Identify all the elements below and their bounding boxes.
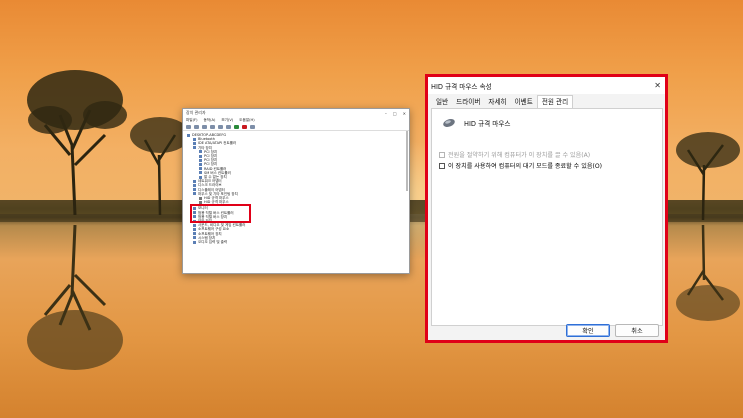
mouse-icon bbox=[443, 119, 455, 127]
back-icon[interactable] bbox=[186, 124, 191, 129]
allow-power-off-label: 전원을 절약하기 위해 컴퓨터가 이 장치를 끌 수 있음(A) bbox=[448, 152, 591, 159]
maximize-icon[interactable]: □ bbox=[393, 111, 397, 116]
tab-events[interactable]: 이벤트 bbox=[511, 96, 537, 108]
device-tree: DESKTOP-ABCDEFG Bluetooth IDE ATA/ATAPI … bbox=[183, 131, 409, 246]
help-icon[interactable] bbox=[210, 124, 215, 129]
allow-wake-label: 이 장치를 사용하여 컴퓨터의 대기 모드를 종료할 수 있음(O) bbox=[448, 163, 602, 170]
dialog-buttons: 확인 취소 bbox=[566, 324, 659, 337]
device-manager-toolbar bbox=[183, 123, 409, 131]
forward-icon[interactable] bbox=[194, 124, 199, 129]
tree-node[interactable]: 오디오 입력 및 출력 bbox=[187, 240, 405, 244]
device-manager-window[interactable]: 장치 관리자 – □ ✕ 파일(F) 동작(A) 보기(V) 도움말(H) DE… bbox=[182, 108, 410, 274]
scan-icon[interactable] bbox=[218, 124, 223, 129]
menu-action[interactable]: 동작(A) bbox=[203, 118, 215, 123]
tab-driver[interactable]: 드라이버 bbox=[452, 96, 484, 108]
close-icon[interactable]: ✕ bbox=[654, 81, 661, 90]
tree-reflection-left bbox=[27, 225, 123, 370]
cancel-button[interactable]: 취소 bbox=[615, 324, 659, 337]
close-icon[interactable]: ✕ bbox=[403, 111, 406, 116]
scrollbar[interactable] bbox=[406, 131, 408, 191]
tab-general[interactable]: 일반 bbox=[432, 96, 452, 108]
enable-icon[interactable] bbox=[234, 124, 239, 129]
update-icon[interactable] bbox=[250, 124, 255, 129]
allow-wake-checkbox[interactable] bbox=[439, 162, 445, 169]
highlight-box-mouse-devices bbox=[190, 204, 251, 223]
allow-wake-option[interactable]: 이 장치를 사용하여 컴퓨터의 대기 모드를 종료할 수 있음(O) bbox=[439, 161, 602, 170]
ok-button[interactable]: 확인 bbox=[566, 324, 610, 337]
allow-power-off-option: 전원을 절약하기 위해 컴퓨터가 이 장치를 끌 수 있음(A) bbox=[439, 150, 590, 159]
menu-help[interactable]: 도움말(H) bbox=[239, 118, 254, 123]
power-management-panel: HID 규격 마우스 전원을 절약하기 위해 컴퓨터가 이 장치를 끌 수 있음… bbox=[431, 108, 663, 326]
properties-icon[interactable] bbox=[202, 124, 207, 129]
uninstall-icon[interactable] bbox=[242, 124, 247, 129]
menu-view[interactable]: 보기(V) bbox=[221, 118, 233, 123]
tree-silhouette-left bbox=[27, 70, 127, 215]
dialog-titlebar[interactable]: HID 규격 마우스 속성 ✕ bbox=[428, 77, 665, 94]
tree-reflection-right bbox=[676, 225, 740, 321]
allow-power-off-checkbox bbox=[439, 151, 445, 158]
device-header: HID 규격 마우스 bbox=[442, 118, 511, 128]
tree-silhouette-right bbox=[676, 132, 740, 220]
tab-details[interactable]: 자세히 bbox=[484, 96, 510, 108]
minimize-icon[interactable]: – bbox=[385, 111, 387, 116]
device-name: HID 규격 마우스 bbox=[464, 120, 511, 128]
menu-file[interactable]: 파일(F) bbox=[186, 118, 197, 123]
device-manager-title: 장치 관리자 bbox=[186, 110, 206, 115]
device-manager-titlebar[interactable]: 장치 관리자 – □ ✕ bbox=[183, 109, 409, 117]
properties-dialog[interactable]: HID 규격 마우스 속성 ✕ 일반 드라이버 자세히 이벤트 전원 관리 HI… bbox=[425, 74, 668, 343]
dialog-title: HID 규격 마우스 속성 bbox=[431, 82, 492, 91]
monitor-icon[interactable] bbox=[226, 124, 231, 129]
tab-bar: 일반 드라이버 자세히 이벤트 전원 관리 bbox=[428, 94, 665, 108]
tab-power-management[interactable]: 전원 관리 bbox=[536, 95, 574, 108]
